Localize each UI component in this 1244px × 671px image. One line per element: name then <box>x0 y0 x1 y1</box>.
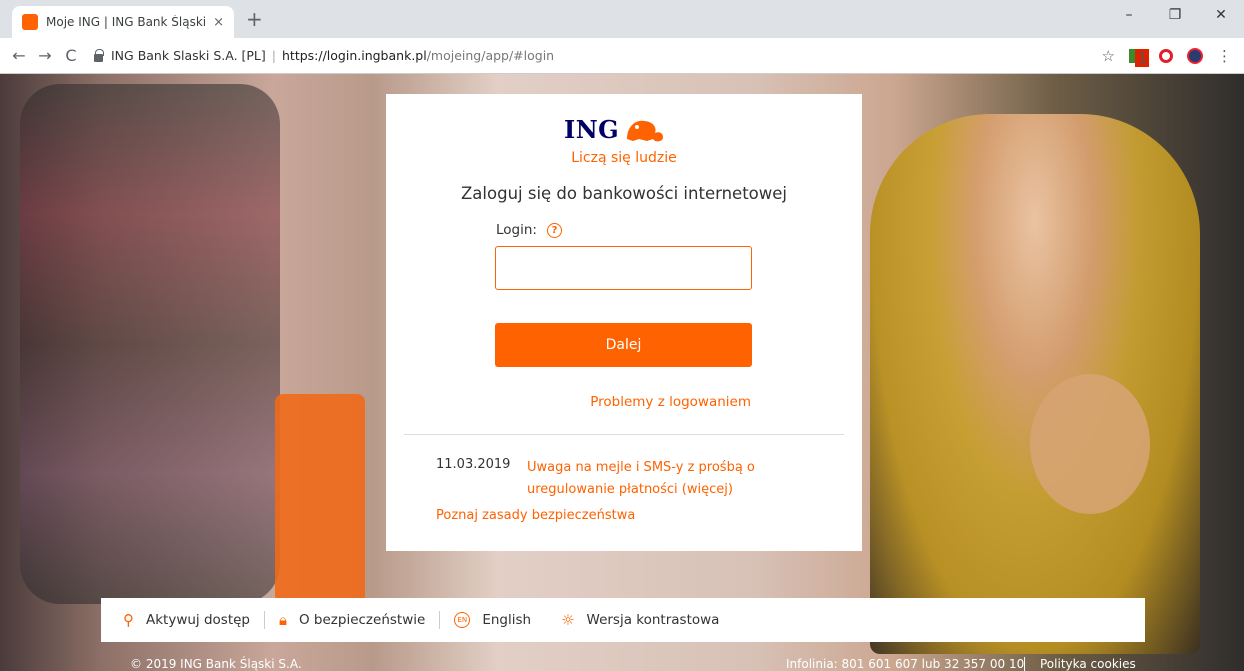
login-label-row: Login: ? <box>496 222 562 238</box>
english-label: English <box>482 612 532 628</box>
login-label: Login: <box>496 222 537 238</box>
browser-toolbar: ← → C ING Bank Slaski S.A. [PL] | https:… <box>0 38 1244 74</box>
cookies-policy-link[interactable]: Polityka cookies <box>1040 657 1136 671</box>
login-card: ING Liczą się ludzie Zaloguj się do bank… <box>386 94 862 551</box>
next-button[interactable]: Dalej <box>495 323 752 367</box>
news-link[interactable]: Uwaga na mejle i SMS-y z prośbą o uregul… <box>527 457 807 501</box>
activate-access-label: Aktywuj dostęp <box>146 612 251 628</box>
footer-bar: ⚲ Aktywuj dostęp 🔒︎ O bezpieczeństwie EN… <box>101 598 1145 642</box>
certificate-label: ING Bank Slaski S.A. [PL] <box>111 48 266 63</box>
restore-button[interactable]: ❐ <box>1152 0 1198 30</box>
back-button[interactable]: ← <box>6 46 32 65</box>
background-clothes-rack <box>20 84 280 604</box>
background-dog-photo <box>1030 374 1150 514</box>
url-path: /mojeing/app/#login <box>426 48 555 63</box>
security-info-link[interactable]: 🔒︎ O bezpieczeństwie <box>279 611 425 629</box>
minimize-button[interactable]: – <box>1106 0 1152 30</box>
footer-bar-separator <box>439 611 441 629</box>
english-link[interactable]: EN English <box>454 612 531 628</box>
lock-icon[interactable] <box>94 48 104 62</box>
background-orange-bag <box>275 394 365 604</box>
login-input[interactable] <box>495 246 752 290</box>
address-bar[interactable]: ING Bank Slaski S.A. [PL] | https://logi… <box>94 48 1102 63</box>
browser-tabbar: Moje ING | ING Bank Śląski – Mo × + – ❐ … <box>0 0 1244 38</box>
window-controls: – ❐ ✕ <box>1106 0 1244 30</box>
new-tab-button[interactable]: + <box>246 8 263 30</box>
login-heading: Zaloguj się do bankowości internetowej <box>461 184 787 203</box>
background-woman-photo <box>870 114 1200 654</box>
forward-button[interactable]: → <box>32 46 58 65</box>
ing-favicon-icon <box>22 14 38 30</box>
extension-badge: 1 <box>1135 48 1149 67</box>
lion-icon <box>627 120 664 142</box>
sun-icon: ☼ <box>561 611 575 629</box>
extension-icon[interactable]: 1 <box>1129 48 1149 67</box>
address-separator: | <box>271 48 276 63</box>
english-icon: EN <box>454 612 471 628</box>
bookmark-star-icon[interactable]: ☆ <box>1102 47 1115 65</box>
logo-text: ING <box>564 114 620 144</box>
divider <box>404 434 844 435</box>
browser-tab[interactable]: Moje ING | ING Bank Śląski – Mo × <box>12 6 234 38</box>
footer-bar-separator <box>264 611 266 629</box>
tab-title: Moje ING | ING Bank Śląski – Mo <box>46 15 206 29</box>
tagline: Liczą się ludzie <box>571 150 677 166</box>
security-info-label: O bezpieczeństwie <box>299 612 426 628</box>
browser-menu-icon[interactable]: ⋮ <box>1217 47 1232 65</box>
extension-icons: ☆ 1 ⋮ <box>1102 47 1232 67</box>
activate-access-link[interactable]: ⚲ Aktywuj dostęp <box>123 611 250 629</box>
footer-separator <box>1024 657 1025 671</box>
tab-close-icon[interactable]: × <box>213 15 224 30</box>
padlock-icon: 🔒︎ <box>279 611 287 629</box>
ing-logo: ING <box>564 114 694 144</box>
helpline: Infolinia: 801 601 607 lub 32 357 00 10 <box>786 657 1025 671</box>
high-contrast-label: Wersja kontrastowa <box>586 612 720 628</box>
opera-icon[interactable] <box>1159 48 1173 63</box>
copyright: © 2019 ING Bank Śląski S.A. <box>130 657 302 671</box>
globe-extension-icon[interactable] <box>1187 47 1203 64</box>
help-icon[interactable]: ? <box>546 222 562 238</box>
url-host: https://login.ingbank.pl <box>282 48 427 63</box>
key-icon: ⚲ <box>123 611 134 629</box>
high-contrast-link[interactable]: ☼ Wersja kontrastowa <box>561 611 719 629</box>
security-rules-link[interactable]: Poznaj zasady bezpieczeństwa <box>436 508 635 523</box>
news-date: 11.03.2019 <box>436 457 511 472</box>
login-problems-link[interactable]: Problemy z logowaniem <box>590 394 751 410</box>
reload-button[interactable]: C <box>58 46 84 65</box>
close-window-button[interactable]: ✕ <box>1198 0 1244 30</box>
